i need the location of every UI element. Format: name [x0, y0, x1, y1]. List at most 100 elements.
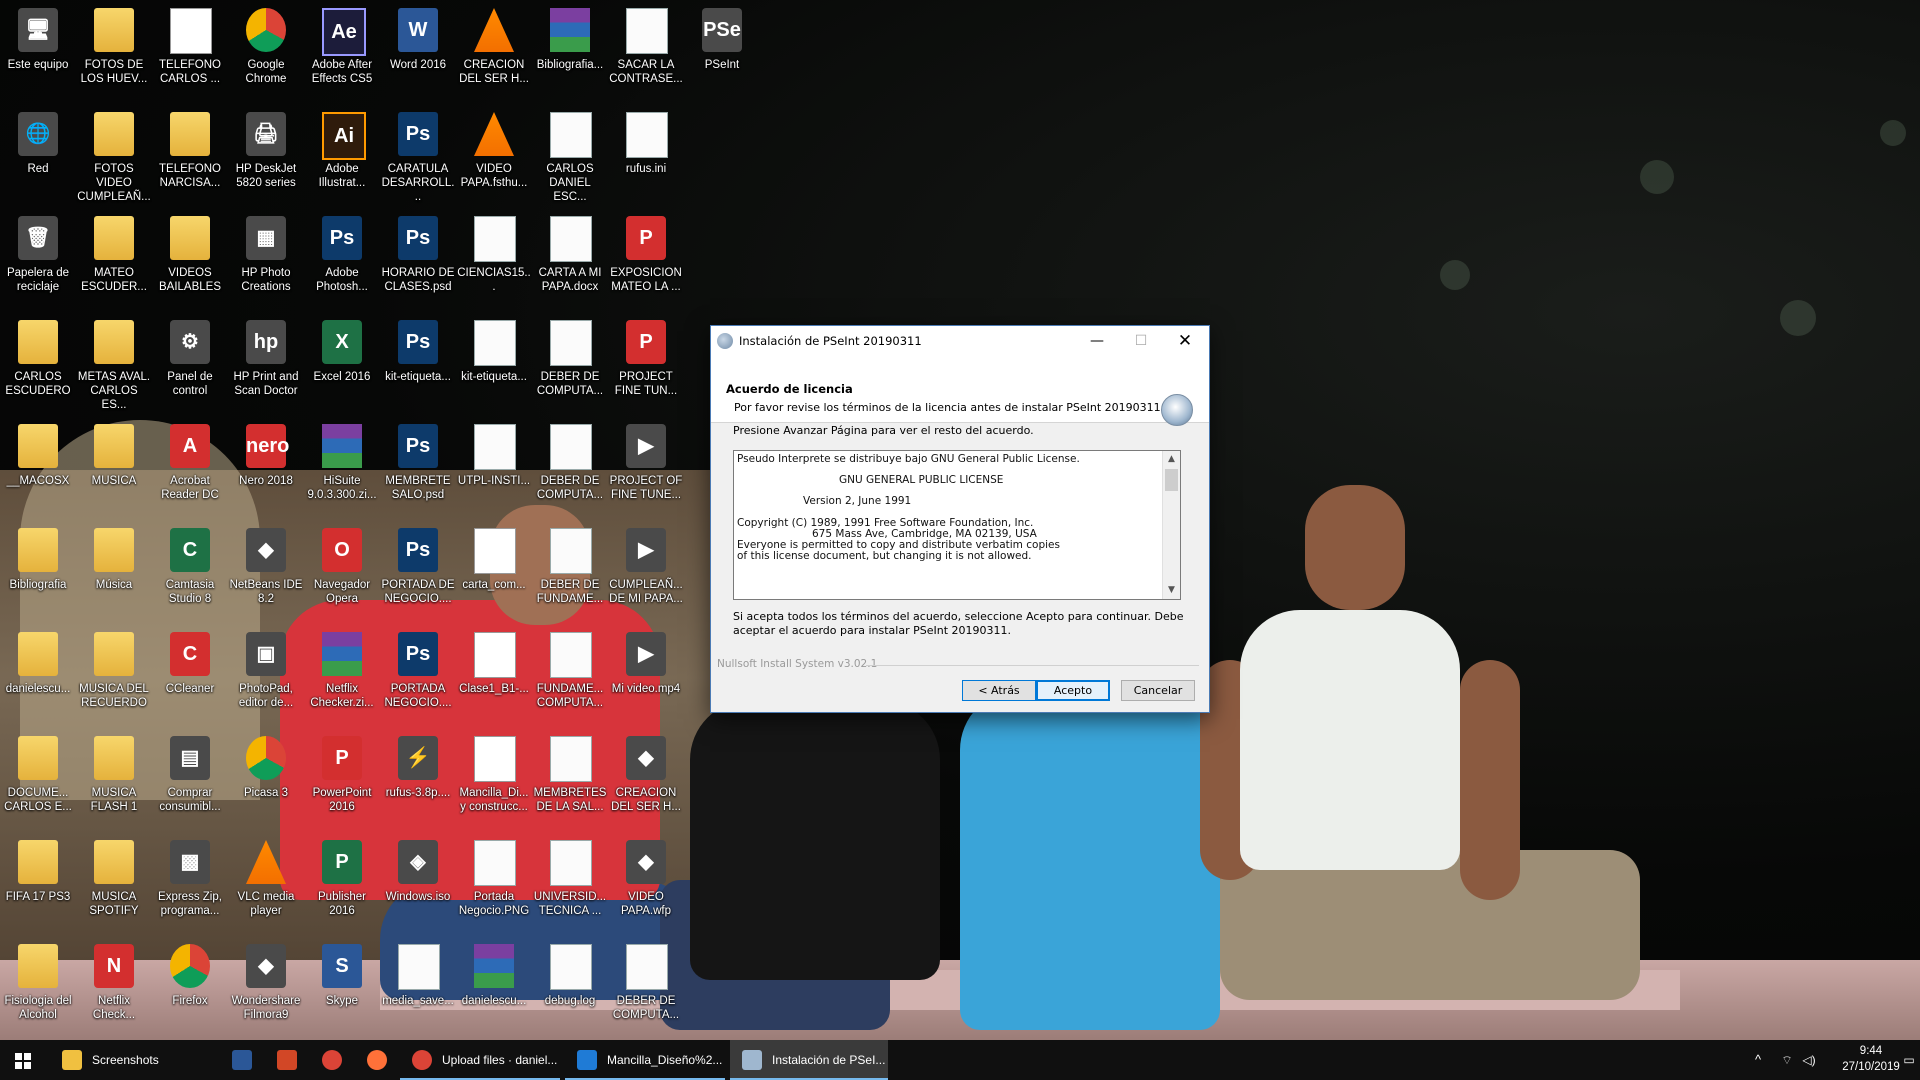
desktop-icon[interactable]: DEBER DE FUNDAME...	[533, 522, 607, 624]
back-button[interactable]: < Atrás	[962, 680, 1036, 701]
desktop-icon[interactable]: P PowerPoint 2016	[305, 730, 379, 832]
desktop-icon[interactable]: Clase1_B1-...	[457, 626, 531, 728]
desktop-icon[interactable]: Ps CARATULA DESARROLL...	[381, 106, 455, 208]
taskbar-item[interactable]	[355, 1040, 399, 1080]
desktop-icon[interactable]: FOTOS DE LOS HUEV...	[77, 2, 151, 104]
desktop-icon[interactable]: P Publisher 2016	[305, 834, 379, 936]
desktop-icon[interactable]: VIDEO PAPA.fsthu...	[457, 106, 531, 208]
desktop-icon[interactable]: FIFA 17 PS3	[1, 834, 75, 936]
desktop-icon[interactable]: ▦ HP Photo Creations	[229, 210, 303, 312]
desktop-icon[interactable]: ▣ PhotoPad, editor de...	[229, 626, 303, 728]
desktop-icon[interactable]: CIENCIAS15...	[457, 210, 531, 312]
license-scrollbar[interactable]: ▲ ▼	[1162, 451, 1180, 599]
maximize-button[interactable]: ☐	[1119, 326, 1163, 356]
scroll-thumb[interactable]	[1165, 469, 1178, 491]
tray-chevron-icon[interactable]: ^	[1750, 1040, 1766, 1080]
desktop-icon[interactable]: Ps PORTADA NEGOCIO....	[381, 626, 455, 728]
desktop-icon[interactable]: MEMBRETES DE LA SAL...	[533, 730, 607, 832]
desktop-icon[interactable]: media_save...	[381, 938, 455, 1040]
desktop-icon[interactable]: MUSICA DEL RECUERDO	[77, 626, 151, 728]
desktop-icon[interactable]: TELEFONO NARCISA...	[153, 106, 227, 208]
desktop-icon[interactable]: 🗑 Papelera de reciclaje	[1, 210, 75, 312]
desktop-icon[interactable]: Firefox	[153, 938, 227, 1040]
desktop-icon[interactable]: ▩ Express Zip, programa...	[153, 834, 227, 936]
desktop-icon[interactable]: 🌐 Red	[1, 106, 75, 208]
desktop-icon[interactable]: ◆ Wondershare Filmora9	[229, 938, 303, 1040]
close-button[interactable]: ✕	[1163, 326, 1207, 356]
desktop-icon[interactable]: TELEFONO CARLOS ...	[153, 2, 227, 104]
desktop-icon[interactable]: 🖨 HP DeskJet 5820 series	[229, 106, 303, 208]
desktop-icon[interactable]: DEBER DE COMPUTA...	[609, 938, 683, 1040]
desktop-icon[interactable]: METAS AVAL. CARLOS ES...	[77, 314, 151, 416]
desktop-icon[interactable]: ▤ Comprar consumibl...	[153, 730, 227, 832]
desktop-icon[interactable]: Picasa 3	[229, 730, 303, 832]
taskbar-item[interactable]: Mancilla_Diseño%2...	[565, 1040, 725, 1080]
taskbar-item[interactable]	[220, 1040, 264, 1080]
desktop-icon[interactable]: Ps HORARIO DE CLASES.psd	[381, 210, 455, 312]
desktop-icon[interactable]: W Word 2016	[381, 2, 455, 104]
desktop-icon[interactable]: CARLOS ESCUDERO	[1, 314, 75, 416]
desktop-icon[interactable]: ▶ Mi video.mp4	[609, 626, 683, 728]
desktop-icon[interactable]: rufus.ini	[609, 106, 683, 208]
desktop-icon[interactable]: UNIVERSID... TECNICA ...	[533, 834, 607, 936]
desktop-icon[interactable]: Música	[77, 522, 151, 624]
scroll-down-icon[interactable]: ▼	[1163, 582, 1180, 599]
desktop-icon[interactable]: ◆ CREACION DEL SER H...	[609, 730, 683, 832]
notifications-icon[interactable]: ▭	[1900, 1040, 1918, 1080]
desktop-icon[interactable]: danielescu...	[457, 938, 531, 1040]
desktop-icon[interactable]: danielescu...	[1, 626, 75, 728]
desktop-icon[interactable]: ◆ NetBeans IDE 8.2	[229, 522, 303, 624]
desktop-icon[interactable]: CARLOS DANIEL ESC...	[533, 106, 607, 208]
desktop-icon[interactable]: CARTA A MI PAPA.docx	[533, 210, 607, 312]
desktop-icon[interactable]: X Excel 2016	[305, 314, 379, 416]
accept-button[interactable]: Acepto	[1036, 680, 1110, 701]
taskbar-item[interactable]: Instalación de PSeI...	[730, 1040, 888, 1080]
desktop-icon[interactable]: O Navegador Opera	[305, 522, 379, 624]
desktop-icon[interactable]: PSe PSeInt	[685, 2, 759, 104]
desktop-icon[interactable]: nero Nero 2018	[229, 418, 303, 520]
desktop-icon[interactable]: Fisiologia del Alcohol	[1, 938, 75, 1040]
desktop-icon[interactable]: ▶ CUMPLEAÑ... DE MI PAPA...	[609, 522, 683, 624]
desktop-icon[interactable]: FOTOS VIDEO CUMPLEAÑ...	[77, 106, 151, 208]
desktop-icon[interactable]: 🖥 Este equipo	[1, 2, 75, 104]
desktop-icon[interactable]: Netflix Checker.zi...	[305, 626, 379, 728]
desktop-icon[interactable]: Ps Adobe Photosh...	[305, 210, 379, 312]
desktop-icon[interactable]: ◆ VIDEO PAPA.wfp	[609, 834, 683, 936]
desktop-icon[interactable]: FUNDAME... COMPUTA...	[533, 626, 607, 728]
installer-titlebar[interactable]: Instalación de PSeInt 20190311 — ☐ ✕	[711, 326, 1209, 356]
desktop-icon[interactable]: Bibliografia	[1, 522, 75, 624]
desktop-icon[interactable]: kit-etiqueta...	[457, 314, 531, 416]
scroll-up-icon[interactable]: ▲	[1163, 451, 1180, 468]
desktop-icon[interactable]: P EXPOSICION MATEO LA ...	[609, 210, 683, 312]
desktop-icon[interactable]: A Acrobat Reader DC	[153, 418, 227, 520]
desktop-icon[interactable]: Ps kit-etiqueta...	[381, 314, 455, 416]
desktop-icon[interactable]: S Skype	[305, 938, 379, 1040]
desktop-icon[interactable]: __MACOSX	[1, 418, 75, 520]
desktop-icon[interactable]: Google Chrome	[229, 2, 303, 104]
taskbar-item[interactable]: Screenshots	[50, 1040, 210, 1080]
desktop-icon[interactable]: DEBER DE COMPUTA...	[533, 418, 607, 520]
desktop-icon[interactable]: Bibliografia...	[533, 2, 607, 104]
desktop-icon[interactable]: DOCUME... CARLOS E...	[1, 730, 75, 832]
desktop-icon[interactable]: C Camtasia Studio 8	[153, 522, 227, 624]
desktop-icon[interactable]: ⚙ Panel de control	[153, 314, 227, 416]
desktop-icon[interactable]: hp HP Print and Scan Doctor	[229, 314, 303, 416]
desktop-icon[interactable]: carta_com...	[457, 522, 531, 624]
license-textbox[interactable]: Pseudo Interprete se distribuye bajo GNU…	[733, 450, 1181, 600]
desktop-icon[interactable]: CREACION DEL SER H...	[457, 2, 531, 104]
taskbar-item[interactable]	[310, 1040, 354, 1080]
desktop-icon[interactable]: ▶ PROJECT OF FINE TUNE...	[609, 418, 683, 520]
desktop-icon[interactable]: Ps PORTADA DE NEGOCIO....	[381, 522, 455, 624]
minimize-button[interactable]: —	[1075, 326, 1119, 356]
desktop-icon[interactable]: MATEO ESCUDER...	[77, 210, 151, 312]
desktop-icon[interactable]: MUSICA	[77, 418, 151, 520]
start-button[interactable]	[0, 1040, 46, 1080]
cancel-button[interactable]: Cancelar	[1121, 680, 1195, 701]
desktop-icon[interactable]: SACAR LA CONTRASE...	[609, 2, 683, 104]
desktop-icon[interactable]: MUSICA FLASH 1	[77, 730, 151, 832]
desktop-icon[interactable]: Ae Adobe After Effects CS5	[305, 2, 379, 104]
desktop-icon[interactable]: P PROJECT FINE TUN...	[609, 314, 683, 416]
volume-icon[interactable]: ◁)	[1800, 1040, 1818, 1080]
desktop-icon[interactable]: HiSuite 9.0.3.300.zi...	[305, 418, 379, 520]
desktop-icon[interactable]: C CCleaner	[153, 626, 227, 728]
